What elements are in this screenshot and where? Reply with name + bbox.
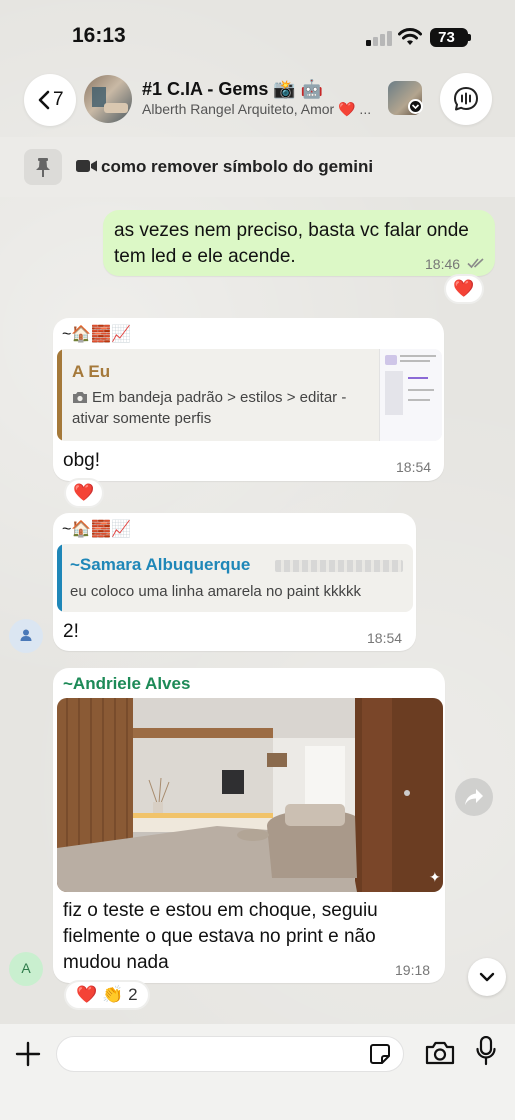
group-avatar[interactable] (84, 75, 132, 123)
battery-cap (468, 34, 471, 41)
quoted-thumbnail (379, 349, 442, 441)
sender-avatar[interactable] (9, 619, 43, 653)
voice-chat-button[interactable] (440, 73, 492, 125)
reactions-summary: ❤️ 👏 2 (76, 985, 138, 1004)
plus-icon[interactable] (14, 1040, 42, 1068)
quoted-author: ~Samara Albuquerque (70, 555, 251, 574)
message-time: 18:54 (396, 459, 432, 475)
quoted-author: A Eu (72, 362, 111, 381)
message-time: 18:46 (425, 256, 461, 272)
pinned-message-bar[interactable]: como remover símbolo do gemini (0, 137, 515, 197)
pinned-message-text: como remover símbolo do gemini (101, 157, 374, 176)
forward-button[interactable] (455, 778, 493, 816)
quoted-text: Em bandeja padrão > estilos > editar - a… (72, 389, 347, 427)
sender-name[interactable]: ~🏠🧱📈 (62, 519, 131, 539)
battery-icon: 73 (430, 28, 468, 47)
sticker-icon[interactable] (369, 1043, 391, 1065)
person-icon (20, 629, 32, 641)
heart-icon: ❤️ (73, 483, 95, 502)
message-text: 2! (63, 621, 79, 642)
message-reaction[interactable]: ❤️ (444, 274, 484, 304)
chat-header: 7 #1 C.IA - Gems 📸 🤖 Alberth Rangel Arqu… (0, 70, 515, 134)
back-button[interactable]: 7 (24, 74, 76, 126)
chevron-down-icon (408, 99, 423, 114)
message-text: fiz o teste e estou em choque, seguiu fi… (63, 900, 378, 973)
microphone-icon[interactable] (476, 1036, 496, 1066)
video-icon (76, 160, 97, 172)
avatar-letter: A (21, 960, 31, 976)
message-composer (0, 1024, 515, 1120)
pin-icon (24, 149, 62, 185)
sender-name[interactable]: ~Andriele Alves (63, 674, 190, 694)
audio-wave-icon (454, 87, 478, 111)
status-time: 16:13 (72, 24, 126, 47)
message-input[interactable] (56, 1036, 404, 1072)
message-time: 19:18 (395, 962, 431, 978)
incoming-message[interactable]: ~🏠🧱📈 ~Samara Albuquerque eu coloco uma l… (53, 513, 416, 651)
incoming-image-message[interactable]: ~Andriele Alves ✦ fiz o teste e estou em… (53, 668, 445, 983)
signal-icon (366, 30, 392, 46)
quoted-phone-number (275, 560, 403, 572)
camera-icon[interactable] (425, 1040, 455, 1066)
message-time: 18:54 (367, 630, 403, 646)
svg-text:✦: ✦ (429, 870, 441, 886)
chevron-down-icon (479, 972, 495, 982)
message-reactions[interactable]: ❤️ 👏 2 (64, 980, 150, 1010)
outgoing-message[interactable]: as vezes nem preciso, basta vc falar ond… (103, 210, 495, 276)
sender-name[interactable]: ~🏠🧱📈 (62, 324, 131, 344)
message-text: obg! (63, 450, 100, 471)
forward-icon (465, 789, 483, 805)
quoted-text: eu coloco uma linha amarela no paint kkk… (70, 583, 361, 600)
scroll-to-bottom-button[interactable] (468, 958, 506, 996)
group-members[interactable]: Alberth Rangel Arquiteto, Amor ❤️ ... (142, 101, 382, 118)
group-title[interactable]: #1 C.IA - Gems 📸 🤖 (142, 79, 323, 100)
heart-icon: ❤️ (453, 279, 475, 298)
message-photo[interactable]: ✦ (57, 698, 443, 892)
quoted-message[interactable]: A Eu Em bandeja padrão > estilos > edita… (57, 349, 442, 441)
chevron-left-icon (38, 90, 50, 110)
message-reaction[interactable]: ❤️ (64, 478, 104, 508)
status-bar: 16:13 73 (0, 0, 515, 70)
double-check-icon (467, 258, 484, 269)
battery-level: 73 (438, 29, 455, 46)
unread-count: 7 (53, 89, 64, 110)
incoming-message[interactable]: ~🏠🧱📈 A Eu Em bandeja padrão > estilos > … (53, 318, 444, 481)
sender-avatar[interactable]: A (9, 952, 43, 986)
quoted-message[interactable]: ~Samara Albuquerque eu coloco uma linha … (57, 544, 413, 612)
wifi-icon (398, 28, 422, 45)
